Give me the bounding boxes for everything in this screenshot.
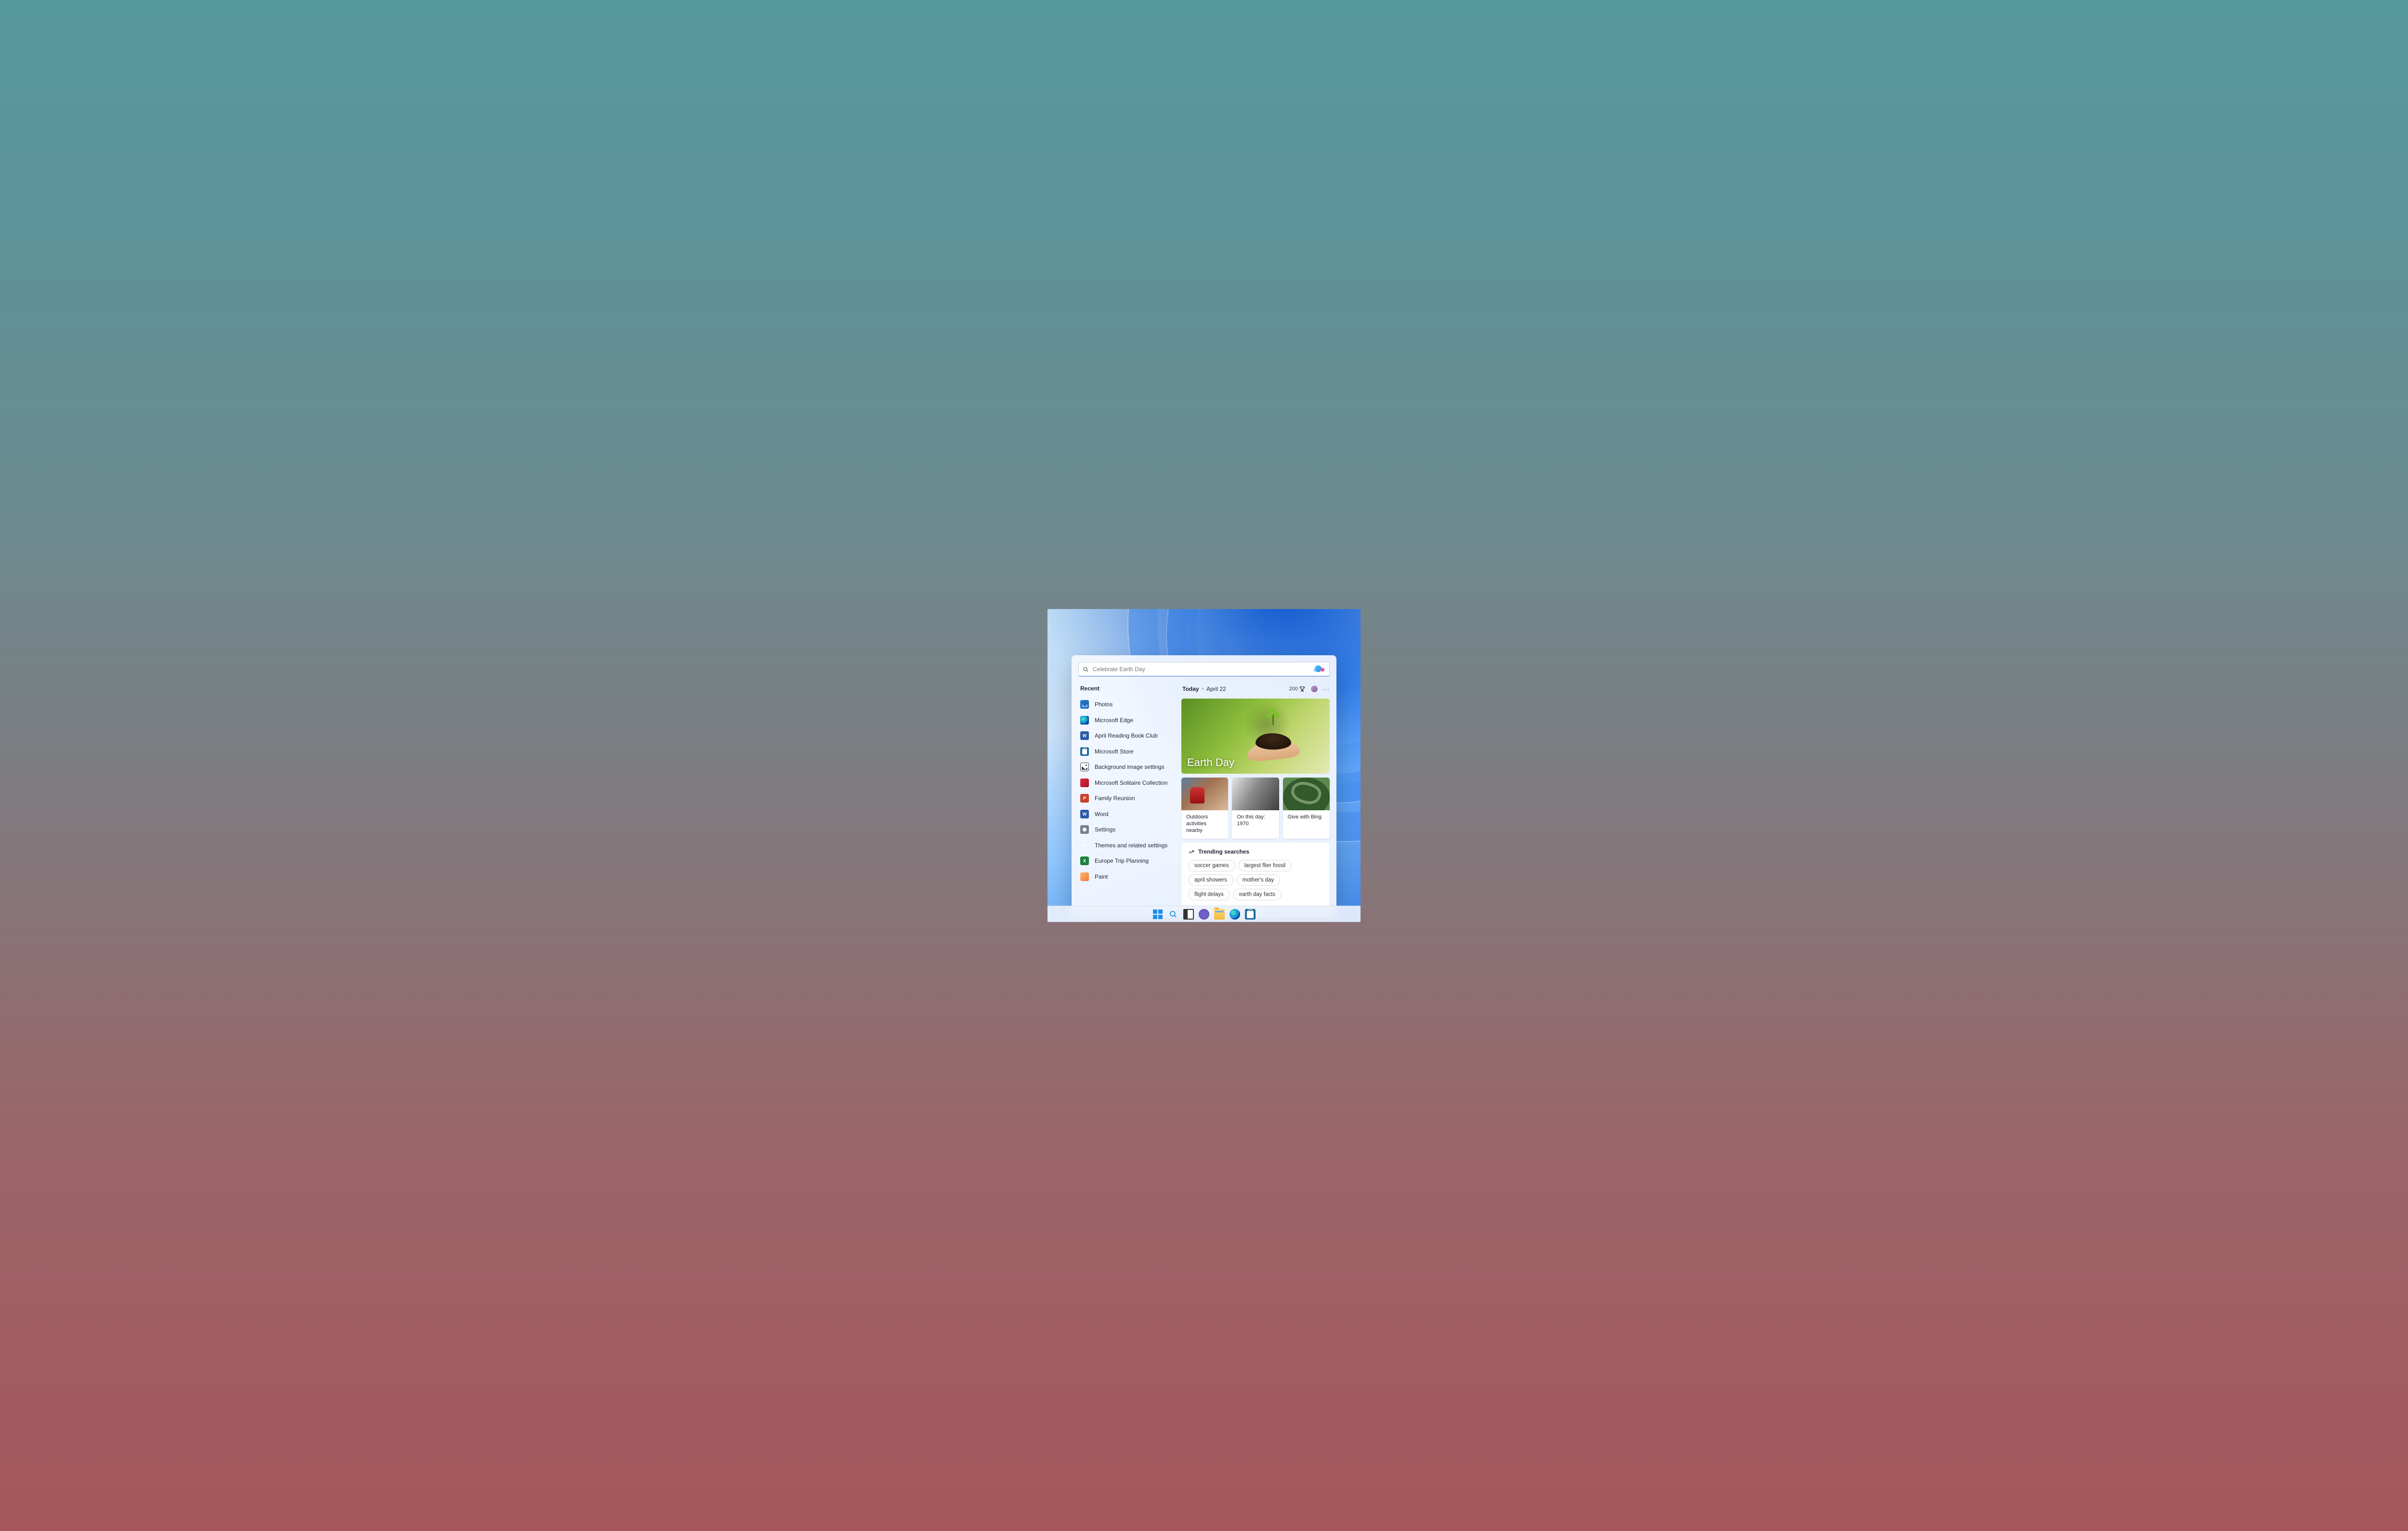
recent-item[interactable]: X Europe Trip Planning (1078, 853, 1173, 869)
solitaire-icon (1080, 778, 1089, 787)
windows-desktop: Recent Photos Microsoft Edge W April Readin… (1047, 609, 1361, 922)
trending-label: Trending searches (1198, 848, 1249, 855)
recent-item-label: Microsoft Store (1095, 748, 1134, 755)
recent-item-label: Paint (1095, 873, 1108, 880)
recent-item-label: Settings (1095, 826, 1115, 833)
recent-item[interactable]: Photos (1078, 697, 1173, 713)
recent-item-label: Word (1095, 811, 1108, 817)
card-thumbnail (1232, 778, 1279, 810)
rewards-points[interactable]: 200 (1289, 686, 1298, 692)
recent-item-label: April Reading Book Club (1095, 732, 1158, 739)
search-icon (1083, 666, 1089, 673)
photos-icon (1080, 700, 1089, 709)
edge-button[interactable] (1230, 909, 1240, 920)
today-section: Today • April 22 200 ··· Earth Day (1181, 685, 1330, 907)
recent-item[interactable]: W April Reading Book Club (1078, 728, 1173, 744)
recent-item-label: Family Reunion (1095, 795, 1135, 802)
recent-item-label: Photos (1095, 701, 1112, 708)
card-caption: Give with Bing (1283, 810, 1330, 826)
recent-item[interactable]: Background image settings (1078, 759, 1173, 775)
word-icon: W (1080, 731, 1089, 740)
card-thumbnail (1181, 778, 1228, 810)
hero-title: Earth Day (1187, 756, 1234, 769)
trending-pill[interactable]: mother's day (1236, 874, 1280, 886)
recent-item[interactable]: W Word (1078, 806, 1173, 822)
hero-card-earth-day[interactable]: Earth Day (1181, 699, 1330, 774)
trending-pill[interactable]: soccer games (1188, 860, 1235, 871)
recent-item[interactable]: ✎ Themes and related settings (1078, 838, 1173, 854)
card-caption: On this day: 1970 (1232, 810, 1279, 832)
paint-icon (1080, 872, 1089, 881)
more-button[interactable]: ··· (1322, 686, 1330, 693)
recent-item[interactable]: Microsoft Solitaire Collection (1078, 775, 1173, 791)
trending-icon (1188, 849, 1194, 855)
taskbar (1047, 906, 1361, 922)
trending-pill[interactable]: earth day facts (1233, 889, 1282, 900)
trending-pill[interactable]: april showers (1188, 874, 1233, 886)
taskbar-search-button[interactable] (1168, 909, 1178, 920)
today-label: Today (1182, 686, 1199, 692)
recent-section: Recent Photos Microsoft Edge W April Readin… (1078, 685, 1173, 907)
file-explorer-button[interactable] (1214, 909, 1225, 920)
search-flyout: Recent Photos Microsoft Edge W April Readin… (1072, 655, 1336, 918)
recent-item[interactable]: Settings (1078, 822, 1173, 838)
card-thumbnail (1283, 778, 1330, 810)
recent-header: Recent (1080, 685, 1173, 692)
edge-icon (1080, 716, 1089, 725)
recent-item[interactable]: Paint (1078, 869, 1173, 885)
start-button[interactable] (1152, 909, 1163, 920)
image-icon (1080, 763, 1089, 771)
search-bar[interactable] (1078, 662, 1330, 676)
recent-item[interactable]: P Family Reunion (1078, 791, 1173, 806)
task-view-button[interactable] (1183, 909, 1194, 920)
card-give-with-bing[interactable]: Give with Bing (1283, 778, 1330, 839)
recent-item[interactable]: Microsoft Edge (1078, 713, 1173, 728)
bing-copilot-icon[interactable] (1311, 665, 1325, 674)
microsoft-store-button[interactable] (1245, 909, 1256, 920)
today-header: Today • April 22 200 ··· (1182, 685, 1330, 693)
recent-item-label: Europe Trip Planning (1095, 857, 1149, 864)
trending-pill[interactable]: largest flier fossil (1238, 860, 1292, 871)
excel-icon: X (1080, 856, 1089, 865)
recent-item-label: Themes and related settings (1095, 842, 1167, 849)
search-input[interactable] (1093, 666, 1307, 673)
recent-item[interactable]: Microsoft Store (1078, 744, 1173, 760)
card-outdoors-activities[interactable]: Outdoors activities nearby (1181, 778, 1228, 839)
recent-item-label: Microsoft Edge (1095, 717, 1133, 724)
recent-item-label: Microsoft Solitaire Collection (1095, 779, 1167, 786)
card-on-this-day[interactable]: On this day: 1970 (1232, 778, 1279, 839)
teams-chat-button[interactable] (1199, 909, 1209, 920)
card-caption: Outdoors activities nearby (1181, 810, 1228, 839)
profile-avatar[interactable] (1310, 685, 1318, 693)
word-icon: W (1080, 810, 1089, 818)
recent-item-label: Background image settings (1095, 764, 1165, 770)
today-date: April 22 (1206, 686, 1226, 692)
windows-logo-icon (1153, 909, 1163, 919)
store-icon (1080, 747, 1089, 756)
pencil-icon: ✎ (1078, 839, 1090, 851)
trending-section: Trending searches soccer gameslargest fl… (1181, 843, 1330, 907)
ppt-icon: P (1080, 794, 1089, 803)
gear-icon (1080, 825, 1089, 834)
trophy-icon[interactable] (1299, 686, 1306, 692)
trending-pill[interactable]: flight delays (1188, 889, 1230, 900)
search-icon (1169, 910, 1178, 919)
